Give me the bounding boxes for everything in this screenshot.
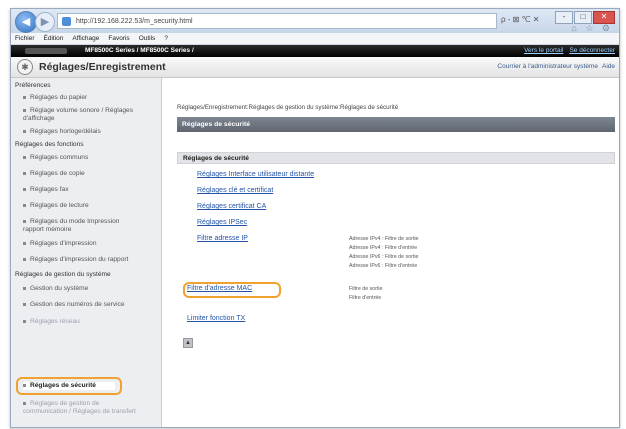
sidebar-item-common[interactable]: Réglages communs (23, 154, 157, 162)
favicon-icon (62, 17, 71, 26)
bullet-icon (23, 203, 26, 207)
banner-links: Vers le portail Se déconnecter (518, 45, 615, 57)
menu-view[interactable]: Affichage (72, 35, 99, 42)
bullet-icon (23, 286, 26, 290)
address-text: http://192.168.222.53/m_security.html (76, 18, 193, 25)
sidebar-item-scan[interactable]: Réglages de lecture (23, 202, 157, 210)
page-title: Réglages/Enregistrement (39, 61, 166, 73)
menu-help[interactable]: ? (164, 35, 168, 42)
bullet-icon (23, 401, 26, 405)
sidebar-item-paper[interactable]: Réglages du papier (23, 94, 157, 102)
mac-filter-info: Filtre de sortie Filtre d'entrée (349, 286, 383, 301)
remote-ui-settings-link[interactable]: Réglages Interface utilisateur distante (197, 171, 314, 178)
printer-model: MF8500C Series / MF8500C Series / (85, 47, 194, 54)
bullet-icon (23, 108, 26, 112)
mac-filter-highlight-callout (183, 282, 281, 298)
ip-filter-link[interactable]: Filtre adresse IP (197, 235, 248, 242)
sidebar-item-communication-transfer[interactable]: Réglages de gestion de communication / R… (23, 400, 141, 416)
mail-admin-link[interactable]: Courrier à l'administrateur système (497, 63, 598, 70)
forward-arrow-icon[interactable]: ▶ (35, 12, 55, 32)
sidebar-item-volume-display[interactable]: Réglage volume sonore / Réglages d'affic… (23, 107, 143, 123)
bullet-icon (23, 187, 26, 191)
bullet-icon (23, 319, 26, 323)
security-highlight-callout (16, 377, 122, 395)
sidebar-item-report-print[interactable]: Réglages d'impression du rapport (23, 256, 157, 264)
sidebar-item-print-report-memory[interactable]: Réglages du mode Impression rapport mémo… (23, 218, 141, 234)
ipsec-link[interactable]: Réglages IPSec (197, 219, 247, 226)
settings-logo-icon: ✱ (17, 59, 33, 75)
menu-favorites[interactable]: Favoris (108, 35, 129, 42)
menu-tools[interactable]: Outils (139, 35, 156, 42)
bullet-icon (23, 257, 26, 261)
menu-bar: Fichier Édition Affichage Favoris Outils? (11, 33, 619, 45)
address-tools[interactable]: ρ - ⊠ ℃ ✕ (501, 15, 540, 24)
page-header: ✱ Réglages/Enregistrement Courrier à l'a… (11, 57, 619, 78)
sidebar-item-print[interactable]: Réglages d'impression (23, 240, 157, 248)
scroll-top-button[interactable]: ▲ (183, 338, 193, 348)
sidebar: Préférences Réglages du papier Réglage v… (11, 78, 162, 427)
logout-link[interactable]: Se déconnecter (569, 47, 615, 54)
printer-banner: MF8500C Series / MF8500C Series / Vers l… (11, 45, 619, 57)
menu-file[interactable]: Fichier (15, 35, 35, 42)
ip-filter-info: Adresse IPv4 : Filtre de sortie Adresse … (349, 236, 419, 269)
address-bar[interactable]: http://192.168.222.53/m_security.html (57, 13, 497, 29)
tx-limit-link[interactable]: Limiter fonction TX (187, 315, 245, 322)
sidebar-heading-preferences: Préférences (15, 82, 51, 89)
ca-certificate-link[interactable]: Réglages certificat CA (197, 203, 266, 210)
section-title-bar: Réglages de sécurité (177, 117, 615, 132)
browser-window: ◀ ▶ http://192.168.222.53/m_security.htm… (10, 8, 620, 428)
bullet-icon (23, 129, 26, 133)
main-content: Réglages/Enregistrement:Réglages de gest… (169, 78, 615, 427)
back-arrow-icon[interactable]: ◀ (15, 11, 37, 33)
bullet-icon (23, 155, 26, 159)
portal-link[interactable]: Vers le portail (524, 47, 563, 54)
menu-edit[interactable]: Édition (44, 35, 64, 42)
bullet-icon (23, 171, 26, 175)
key-certificate-link[interactable]: Réglages clé et certificat (197, 187, 273, 194)
sidebar-item-network[interactable]: Réglages réseau (23, 318, 157, 326)
printer-name-redacted (25, 48, 67, 54)
minimize-button[interactable]: - (555, 11, 573, 24)
sidebar-item-fax[interactable]: Réglages fax (23, 186, 157, 194)
sidebar-heading-system: Réglages de gestion du système (15, 271, 111, 278)
header-links: Courrier à l'administrateur système Aide (493, 63, 615, 70)
bullet-icon (23, 95, 26, 99)
sidebar-item-copy[interactable]: Réglages de copie (23, 170, 157, 178)
sidebar-heading-functions: Réglages des fonctions (15, 141, 84, 148)
sidebar-item-department-id[interactable]: Gestion des numéros de service (23, 301, 157, 309)
help-link[interactable]: Aide (602, 63, 615, 70)
breadcrumb: Réglages/Enregistrement:Réglages de gest… (177, 104, 399, 111)
subsection-title-bar: Réglages de sécurité (177, 152, 615, 164)
browser-titlebar: ◀ ▶ http://192.168.222.53/m_security.htm… (11, 9, 619, 33)
sidebar-item-system-management[interactable]: Gestion du système (23, 285, 157, 293)
bullet-icon (23, 219, 26, 223)
sidebar-item-clock[interactable]: Réglages horloge/délais (23, 128, 157, 136)
bullet-icon (23, 241, 26, 245)
bullet-icon (23, 302, 26, 306)
